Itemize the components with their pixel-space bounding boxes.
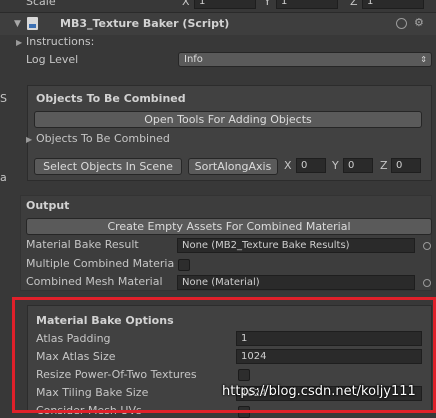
instructions-foldout[interactable]: Instructions: xyxy=(26,35,94,49)
multiple-combined-checkbox[interactable] xyxy=(178,259,190,271)
help-icon[interactable] xyxy=(396,18,407,29)
material-bake-result-field[interactable]: None (MB2_Texture Bake Results) xyxy=(177,238,415,253)
transform-scale-row: Scale X 1 Y 1 Z 1 xyxy=(0,0,436,10)
component-header[interactable]: ▼ MB3_Texture Baker (Script) ⚙ xyxy=(0,13,436,35)
combined-mesh-material-label: Combined Mesh Material xyxy=(26,275,163,288)
log-level-dropdown[interactable]: Info ⇕ xyxy=(178,52,432,67)
select-objects-in-scene-button[interactable]: Select Objects In Scene xyxy=(34,158,182,175)
scale-z-field[interactable]: 1 xyxy=(362,0,424,9)
highlight-box xyxy=(12,297,436,413)
settings-gear-icon[interactable]: ⚙ xyxy=(414,16,424,30)
object-picker-icon[interactable] xyxy=(423,279,431,287)
sort-along-axis-button[interactable]: SortAlongAxis xyxy=(188,158,278,175)
foldout-arrow-icon[interactable]: ▼ xyxy=(14,17,21,31)
combined-mesh-material-field[interactable]: None (Material) xyxy=(177,275,415,290)
instructions-foldout-arrow-icon[interactable]: ▶ xyxy=(16,36,22,50)
left-edge-s: S xyxy=(0,92,7,105)
sort-z-field[interactable]: 0 xyxy=(391,158,421,173)
sort-z-label: Z xyxy=(380,159,388,172)
objects-foldout-arrow-icon[interactable]: ▶ xyxy=(26,133,32,147)
objects-to-be-combined-foldout[interactable]: Objects To Be Combined xyxy=(36,132,170,146)
dropdown-arrows-icon: ⇕ xyxy=(420,55,427,64)
left-edge-a: a xyxy=(0,171,7,184)
scale-y-label: Y xyxy=(264,0,271,8)
objects-section-header: Objects To Be Combined xyxy=(36,92,186,105)
sort-x-label: X xyxy=(284,159,292,172)
open-tools-button[interactable]: Open Tools For Adding Objects xyxy=(34,111,422,128)
log-level-label: Log Level xyxy=(26,53,79,66)
object-picker-icon[interactable] xyxy=(423,242,431,250)
create-empty-assets-button[interactable]: Create Empty Assets For Combined Materia… xyxy=(26,218,432,235)
sort-x-field[interactable]: 0 xyxy=(296,158,326,173)
scale-z-label: Z xyxy=(350,0,358,8)
multiple-combined-label: Multiple Combined Materia xyxy=(26,257,175,270)
scale-x-field[interactable]: 1 xyxy=(194,0,256,9)
scale-label: Scale xyxy=(26,0,56,8)
material-bake-result-label: Material Bake Result xyxy=(26,238,139,251)
component-title: MB3_Texture Baker (Script) xyxy=(60,17,230,30)
log-level-value: Info xyxy=(184,54,203,65)
sort-y-label: Y xyxy=(332,159,339,172)
output-section-header: Output xyxy=(26,199,70,212)
scale-x-label: X xyxy=(182,0,190,8)
scale-y-field[interactable]: 1 xyxy=(276,0,338,9)
script-icon xyxy=(27,17,38,30)
sort-y-field[interactable]: 0 xyxy=(343,158,373,173)
